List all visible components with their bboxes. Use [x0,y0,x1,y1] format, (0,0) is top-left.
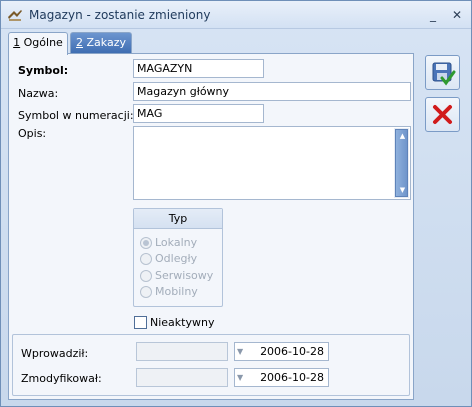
tab-zakazy[interactable]: 2 Zakazy [70,32,132,54]
cancel-button[interactable] [425,97,460,132]
wprowadzil-label: Wprowadził: [21,347,89,360]
scroll-down-icon[interactable]: ▼ [396,185,409,195]
opis-textarea[interactable]: ▲ ▼ [133,126,411,200]
app-icon [8,10,22,21]
radio-serwisowy-label: Serwisowy [155,269,214,282]
window-title: Magazyn - zostanie zmieniony [29,8,211,22]
nieaktywny-label: Nieaktywny [150,316,215,329]
typ-group: Typ Lokalny Odległy Serwisowy Mobilny [133,208,223,307]
title-bar[interactable]: Magazyn - zostanie zmieniony _ ✕ [1,1,471,29]
audit-group: Wprowadził: ▼ 2006-10-28 Zmodyfikował: ▼… [12,334,410,396]
chevron-down-icon: ▼ [237,373,244,382]
radio-lokalny-icon [140,237,152,249]
nazwa-field[interactable]: Magazyn główny [133,82,411,101]
radio-mobilny-label: Mobilny [155,285,198,298]
radio-serwisowy-icon [140,270,152,282]
radio-odlegly-icon [140,253,152,265]
close-button[interactable]: ✕ [449,7,465,23]
radio-mobilny-icon [140,286,152,298]
minimize-button[interactable]: _ [425,7,441,23]
nazwa-label: Nazwa: [18,87,59,100]
wprowadzil-date-field: ▼ 2006-10-28 [234,342,329,361]
wprowadzil-user-field [136,342,228,361]
opis-scrollbar[interactable]: ▲ ▼ [394,128,409,198]
radio-odlegly-label: Odległy [155,252,198,265]
save-button[interactable] [425,55,460,90]
symbol-numeracji-label: Symbol w numeracji: [18,109,134,122]
tab-panel-ogolne: Symbol: MAGAZYN Nazwa: Magazyn główny Sy… [8,53,414,400]
typ-group-header: Typ [134,209,222,229]
zmodyfikowal-user-field [136,368,228,387]
opis-label: Opis: [18,127,47,140]
zmodyfikowal-label: Zmodyfikował: [21,372,102,385]
chevron-down-icon: ▼ [237,347,244,356]
tab-ogolne-label: Ogólne [20,36,63,49]
symbol-numeracji-field[interactable]: MAG [133,104,264,123]
zmodyfikowal-date-field: ▼ 2006-10-28 [234,368,329,387]
wprowadzil-date-value: 2006-10-28 [260,345,324,358]
tab-zakazy-key: 2 [76,36,83,49]
cancel-icon [433,105,452,124]
save-icon [432,62,456,86]
symbol-field[interactable]: MAGAZYN [133,59,264,78]
radio-lokalny-label: Lokalny [155,236,198,249]
dialog-window: Magazyn - zostanie zmieniony _ ✕ 1 Ogóln… [0,0,472,407]
tab-zakazy-label: Zakazy [83,36,126,49]
nieaktywny-checkbox[interactable] [134,316,147,329]
symbol-label: Symbol: [18,64,69,77]
scroll-up-icon[interactable]: ▲ [396,131,409,141]
zmodyfikowal-date-value: 2006-10-28 [260,371,324,384]
opis-scroll-thumb[interactable]: ▲ ▼ [395,129,408,197]
tab-ogolne[interactable]: 1 Ogólne [8,32,68,55]
